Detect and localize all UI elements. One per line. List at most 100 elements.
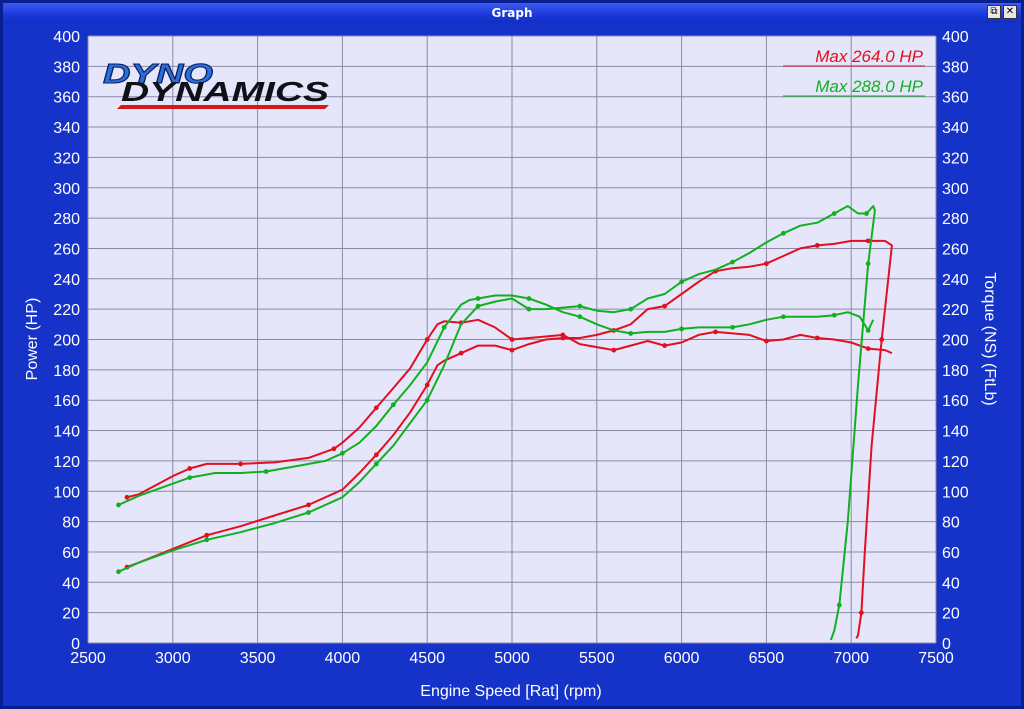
x-tick-label: 6500 [749,650,785,667]
y-tick-label-right: 100 [942,484,969,501]
y-tick-label-left: 380 [53,59,80,76]
window-title: Graph [491,6,533,20]
restore-icon[interactable]: ⧉ [987,5,1001,19]
data-point [373,461,379,467]
data-point [679,326,684,332]
data-point [263,469,269,474]
data-point [814,243,820,248]
data-point [814,335,820,341]
y-tick-label-left: 340 [53,120,80,137]
x-tick-label: 5500 [579,650,615,667]
y-tick-label-left: 20 [62,606,80,623]
data-point [475,296,481,301]
x-tick-labels: 2500 3000 3500 4000 4500 5000 5500 6000 6500 7000… [70,650,954,667]
close-icon[interactable]: ✕ [1003,5,1017,19]
y-tick-label-right: 340 [942,120,969,137]
data-point [373,405,379,411]
data-point [560,332,566,338]
data-point [204,532,210,538]
y-tick-label-left: 400 [53,29,80,46]
data-point [879,337,885,342]
y-tick-label-right: 220 [942,302,969,319]
data-point [865,261,871,267]
y-tick-labels-left: 0204060801001201401601802002202402602803… [53,29,80,653]
data-point [764,261,769,267]
data-point [475,303,481,309]
y-tick-label-right: 320 [942,150,969,167]
data-point [730,259,735,265]
y-tick-label-right: 380 [942,59,969,76]
x-tick-label: 3500 [240,650,276,667]
x-tick-label: 4500 [409,650,445,667]
y-axis-label-right: Torque (NS) (FtLb) [981,272,998,405]
y-tick-label-left: 360 [53,90,80,107]
legend-entry-green: Max 288.0 HP [815,77,923,96]
y-tick-label-right: 120 [942,454,969,471]
y-axis-label-left: Power (HP) [24,298,41,381]
x-tick-label: 5000 [494,650,530,667]
data-point [238,461,244,467]
y-tick-label-left: 240 [53,272,80,289]
title-bar[interactable]: Graph ⧉ ✕ [3,3,1021,23]
data-point [526,296,532,301]
data-point [662,343,668,348]
dyno-chart: 0204060801001201401601802002202402602803… [24,29,998,700]
data-point [124,494,130,500]
data-point [628,306,634,312]
x-axis-label: Engine Speed [Rat] (rpm) [420,683,601,700]
data-point [628,331,634,336]
data-point [764,338,769,344]
data-point [526,306,532,312]
y-tick-label-right: 60 [942,545,960,562]
data-point [306,510,311,515]
data-point [679,279,684,285]
data-point [865,238,871,244]
data-point [331,446,337,452]
y-tick-label-right: 400 [942,29,969,46]
data-point [780,230,786,236]
logo-line2: DYNAMICS [121,76,329,107]
data-point [116,569,121,575]
y-tick-label-right: 260 [942,241,969,258]
data-point [340,450,345,456]
x-tick-label: 7500 [918,650,954,667]
y-tick-label-right: 40 [942,575,960,592]
y-tick-label-left: 80 [62,515,80,532]
data-point [836,602,842,608]
y-tick-label-left: 220 [53,302,80,319]
data-point [831,211,837,216]
data-point [187,466,193,471]
data-point [864,211,869,216]
x-tick-label: 7000 [833,650,869,667]
data-point [865,327,871,333]
data-point [424,397,430,403]
data-point [611,347,617,353]
data-point [831,312,837,318]
data-point [865,346,871,352]
data-point [204,537,210,543]
data-point [577,303,583,309]
y-tick-label-right: 300 [942,181,969,198]
y-tick-label-left: 300 [53,181,80,198]
y-tick-label-left: 200 [53,333,80,350]
data-point [730,324,735,330]
data-point [577,314,583,320]
y-tick-label-left: 120 [53,454,80,471]
data-point [713,329,718,335]
y-tick-label-right: 240 [942,272,969,289]
data-point [858,610,864,616]
y-tick-label-right: 140 [942,424,969,441]
data-point [441,324,447,330]
logo-swoosh [117,105,329,109]
x-tick-label: 4000 [325,650,361,667]
data-point [373,452,379,458]
y-tick-label-left: 160 [53,393,80,410]
data-point [116,502,121,508]
x-tick-label: 3000 [155,650,191,667]
x-tick-label: 2500 [70,650,106,667]
y-tick-label-left: 280 [53,211,80,228]
data-point [306,502,311,508]
y-tick-label-right: 180 [942,363,969,380]
graph-window: Graph ⧉ ✕ 0 20 40 60 80 100 120 140 160 180 200 220… [0,0,1024,709]
y-tick-label-left: 320 [53,150,80,167]
